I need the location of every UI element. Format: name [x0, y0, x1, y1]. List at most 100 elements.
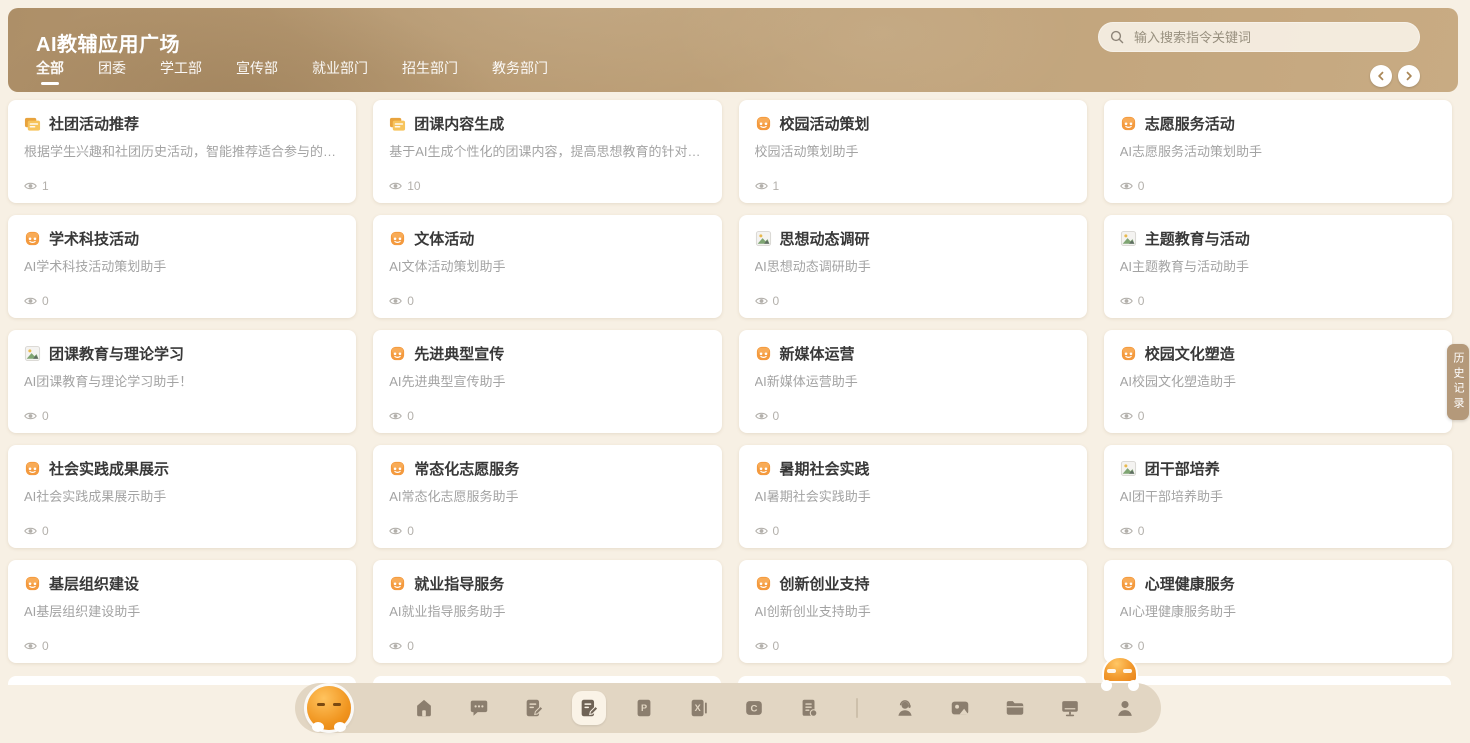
app-card-title: 就业指导服务 — [414, 573, 504, 594]
chevron-left-icon — [1375, 70, 1387, 82]
app-card-description: AI思想动态调研助手 — [755, 258, 1071, 276]
app-card-description: AI文体活动策划助手 — [389, 258, 705, 276]
user-icon[interactable] — [1113, 696, 1137, 720]
app-card[interactable]: 常态化志愿服务 AI常态化志愿服务助手 0 — [373, 445, 721, 548]
chat-icon[interactable] — [467, 696, 491, 720]
views-count: 10 — [407, 179, 420, 193]
views-count: 0 — [42, 294, 49, 308]
history-records-label: 历史记录 — [1447, 352, 1469, 412]
tab-全部[interactable]: 全部 — [36, 58, 64, 85]
app-card-title: 校园文化塑造 — [1145, 343, 1235, 364]
tab-教务部门[interactable]: 教务部门 — [492, 58, 548, 85]
tab-就业部门[interactable]: 就业部门 — [312, 58, 368, 85]
screen-icon[interactable] — [1058, 696, 1082, 720]
app-card[interactable]: 先进典型宣传 AI先进典型宣传助手 0 — [373, 330, 721, 433]
robot-icon — [24, 575, 41, 592]
robot-icon — [24, 230, 41, 247]
robot-icon — [389, 230, 406, 247]
app-card[interactable]: 文体活动 AI文体活动策划助手 0 — [373, 215, 721, 318]
robot-icon — [389, 575, 406, 592]
robot-icon — [389, 460, 406, 477]
code-badge-icon[interactable]: C — [742, 696, 766, 720]
app-card-title: 文体活动 — [414, 228, 474, 249]
app-card[interactable]: 主题教育与活动 AI主题教育与活动助手 0 — [1104, 215, 1452, 318]
search-input[interactable] — [1132, 29, 1408, 46]
app-card[interactable]: 团干部培养 AI团干部培养助手 0 — [1104, 445, 1452, 548]
app-card-description: AI团课教育与理论学习助手！ — [24, 373, 340, 391]
app-card[interactable]: 校园活动策划 校园活动策划助手 1 — [739, 100, 1087, 203]
page-title: AI教辅应用广场 — [36, 28, 180, 57]
peeking-mascot-icon[interactable] — [1099, 656, 1141, 692]
robot-icon — [755, 115, 772, 132]
folder-icon[interactable] — [1003, 696, 1027, 720]
mascot-icon[interactable] — [307, 686, 351, 730]
robot-icon — [1120, 575, 1137, 592]
app-card[interactable]: 就业指导服务 AI就业指导服务助手 0 — [373, 560, 721, 663]
views-count: 0 — [42, 639, 49, 653]
app-card[interactable]: 学术科技活动 AI学术科技活动策划助手 0 — [8, 215, 356, 318]
app-card-title: 先进典型宣传 — [414, 343, 504, 364]
app-card[interactable]: 心理健康服务 AI心理健康服务助手 0 — [1104, 560, 1452, 663]
chevron-right-icon — [1403, 70, 1415, 82]
tab-招生部门[interactable]: 招生部门 — [402, 58, 458, 85]
carousel-nav — [1370, 65, 1420, 87]
doc-excel-icon[interactable]: X — [687, 696, 711, 720]
app-card[interactable]: 思想动态调研 AI思想动态调研助手 0 — [739, 215, 1087, 318]
app-card-description: AI暑期社会实践助手 — [755, 488, 1071, 506]
eye-icon — [755, 526, 768, 536]
eye-icon — [389, 641, 402, 651]
eye-icon — [1120, 296, 1133, 306]
svg-text:P: P — [641, 703, 647, 713]
app-card-title: 团课内容生成 — [414, 113, 504, 134]
app-card[interactable]: 团课教育与理论学习 AI团课教育与理论学习助手！ 0 — [8, 330, 356, 433]
eye-icon — [24, 411, 37, 421]
app-card[interactable]: 团课内容生成 基于AI生成个性化的团课内容，提高思想教育的针对性和效果 10 — [373, 100, 721, 203]
agent-headset-icon[interactable] — [893, 696, 917, 720]
app-card-description: AI心理健康服务助手 — [1120, 603, 1436, 621]
doc-note-icon[interactable] — [572, 691, 606, 725]
tab-宣传部[interactable]: 宣传部 — [236, 58, 278, 85]
app-card-description: AI创新创业支持助手 — [755, 603, 1071, 621]
media-image-icon[interactable] — [948, 696, 972, 720]
tab-学工部[interactable]: 学工部 — [160, 58, 202, 85]
svg-text:C: C — [751, 704, 758, 715]
app-card[interactable]: 校园文化塑造 AI校园文化塑造助手 0 — [1104, 330, 1452, 433]
doc-report-icon[interactable] — [797, 696, 821, 720]
app-card[interactable]: 社团活动推荐 根据学生兴趣和社团历史活动，智能推荐适合参与的社团活动 1 — [8, 100, 356, 203]
app-card[interactable]: 新媒体运营 AI新媒体运营助手 0 — [739, 330, 1087, 433]
doc-edit-icon[interactable] — [522, 696, 546, 720]
search-icon — [1110, 30, 1124, 44]
app-card-title: 新媒体运营 — [780, 343, 855, 364]
next-page-button[interactable] — [1398, 65, 1420, 87]
app-card[interactable]: 暑期社会实践 AI暑期社会实践助手 0 — [739, 445, 1087, 548]
eye-icon — [1120, 641, 1133, 651]
search-box[interactable] — [1098, 22, 1420, 52]
views-count: 0 — [773, 524, 780, 538]
doc-ppt-icon[interactable]: P — [632, 696, 656, 720]
robot-icon — [24, 460, 41, 477]
app-card[interactable]: 创新创业支持 AI创新创业支持助手 0 — [739, 560, 1087, 663]
prev-page-button[interactable] — [1370, 65, 1392, 87]
tab-团委[interactable]: 团委 — [98, 58, 126, 85]
bottom-dock: PXC — [295, 683, 1161, 733]
app-card[interactable]: 基层组织建设 AI基层组织建设助手 0 — [8, 560, 356, 663]
app-card-description: AI学术科技活动策划助手 — [24, 258, 340, 276]
app-card-description: AI团干部培养助手 — [1120, 488, 1436, 506]
app-card-title: 创新创业支持 — [780, 573, 870, 594]
home-icon[interactable] — [412, 696, 436, 720]
eye-icon — [389, 296, 402, 306]
views-count: 0 — [773, 639, 780, 653]
app-card-title: 暑期社会实践 — [780, 458, 870, 479]
app-card-description: 基于AI生成个性化的团课内容，提高思想教育的针对性和效果 — [389, 143, 705, 161]
app-card[interactable]: 志愿服务活动 AI志愿服务活动策划助手 0 — [1104, 100, 1452, 203]
image-icon — [1120, 460, 1137, 477]
eye-icon — [24, 181, 37, 191]
eye-icon — [1120, 526, 1133, 536]
app-card[interactable]: 社会实践成果展示 AI社会实践成果展示助手 0 — [8, 445, 356, 548]
history-records-tab[interactable]: 历史记录 — [1447, 344, 1469, 420]
app-card-description: 根据学生兴趣和社团历史活动，智能推荐适合参与的社团活动 — [24, 143, 340, 161]
header-banner: AI教辅应用广场 全部 团委 学工部 宣传部 就业部门 招生部门 教务部门 — [8, 8, 1458, 92]
docs-icon — [389, 115, 406, 132]
app-card-title: 心理健康服务 — [1145, 573, 1235, 594]
svg-text:X: X — [695, 703, 702, 713]
